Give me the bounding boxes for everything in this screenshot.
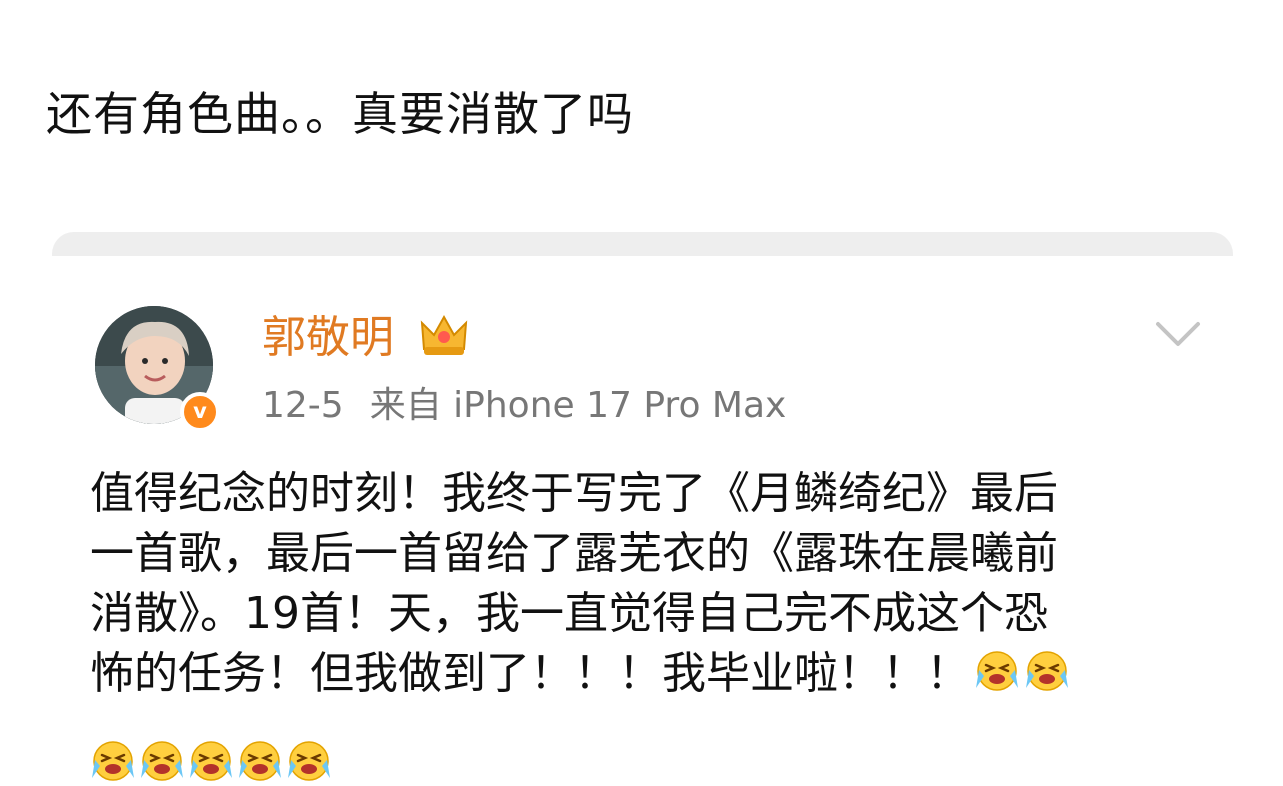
crown-icon: [418, 309, 470, 361]
crying-laughing-emoji: [188, 738, 234, 784]
author-name[interactable]: 郭敬明: [262, 309, 394, 367]
chevron-down-icon[interactable]: [1154, 316, 1202, 352]
crying-laughing-emoji: [90, 738, 136, 784]
crying-laughing-emoji: [237, 738, 283, 784]
verified-badge-icon: v: [180, 392, 220, 432]
post-line: 消散》。19首！天，我一直觉得自己完不成这个恐: [90, 588, 1048, 639]
post-line-with-emoji: 怖的任务！但我做到了！！！我毕业啦！！！: [90, 644, 1210, 704]
post-line: 值得纪念的时刻！我终于写完了《月鳞绮纪》最后: [90, 468, 1058, 519]
crying-laughing-emoji: [974, 648, 1020, 694]
quoted-post-card-top: [52, 232, 1233, 258]
post-body: 值得纪念的时刻！我终于写完了《月鳞绮纪》最后 一首歌，最后一首留给了露芜衣的《露…: [90, 464, 1210, 704]
emoji-row: [90, 738, 335, 784]
post-line: 怖的任务！但我做到了！！！我毕业啦！！！: [90, 648, 970, 699]
crying-laughing-emoji: [1024, 648, 1070, 694]
post-line: 一首歌，最后一首留给了露芜衣的《露珠在晨曦前: [90, 528, 1058, 579]
post-meta: 12-5 来自 iPhone 17 Pro Max: [262, 382, 786, 430]
post-source: 来自 iPhone 17 Pro Max: [369, 385, 787, 426]
crying-laughing-emoji: [139, 738, 185, 784]
crying-laughing-emoji: [286, 738, 332, 784]
caption-text: 还有角色曲。。真要消散了吗: [46, 87, 634, 141]
post-date: 12-5: [262, 385, 344, 426]
